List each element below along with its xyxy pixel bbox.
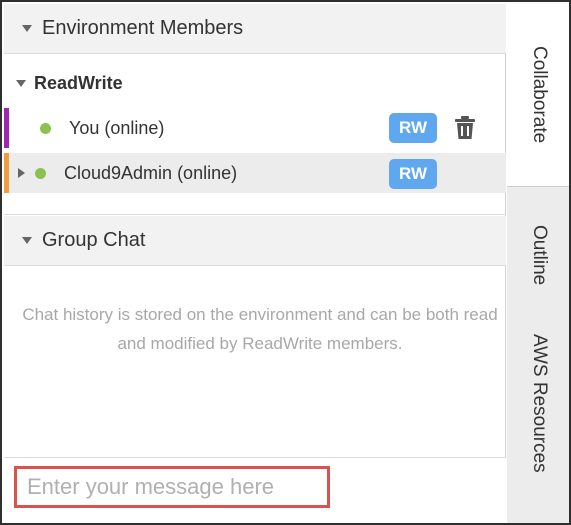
member-color-bar [4, 108, 9, 148]
ide-side-panel: Environment Members ReadWrite You (onlin… [0, 0, 571, 525]
online-status-icon [40, 122, 51, 134]
member-row-cloud9admin[interactable]: Cloud9Admin (online) RW [4, 153, 506, 193]
chat-history-note: Chat history is stored on the environmen… [22, 305, 498, 353]
tab-collaborate[interactable]: Collaborate [507, 4, 569, 187]
collapse-triangle-icon [22, 25, 32, 32]
group-chat-title: Group Chat [42, 229, 146, 251]
tab-label: Collaborate [529, 46, 550, 144]
rw-permission-badge[interactable]: RW [389, 159, 437, 189]
tab-label: Outline [529, 224, 550, 286]
section-divider [4, 214, 506, 215]
tab-label: AWS Resources [529, 334, 550, 473]
rw-permission-badge[interactable]: RW [389, 113, 437, 143]
readwrite-group-title: ReadWrite [34, 72, 123, 93]
trash-icon[interactable] [454, 116, 476, 140]
online-status-icon [35, 167, 46, 179]
member-name: You (online) [69, 117, 165, 138]
member-color-bar [4, 153, 9, 193]
chat-input-area [4, 457, 506, 523]
expand-triangle-icon[interactable] [18, 168, 25, 178]
environment-members-header[interactable]: Environment Members [4, 4, 506, 54]
tab-outline[interactable]: Outline [507, 200, 569, 310]
side-tab-bar: Collaborate Outline AWS Resources [507, 4, 569, 523]
environment-members-title: Environment Members [42, 17, 244, 39]
tab-aws-resources[interactable]: AWS Resources [507, 322, 569, 523]
collaborate-panel: Environment Members ReadWrite You (onlin… [4, 4, 506, 523]
group-collapse-icon [16, 79, 26, 87]
member-name: Cloud9Admin (online) [64, 162, 238, 183]
chat-message-input[interactable] [14, 466, 330, 508]
member-row-you[interactable]: You (online) RW [4, 108, 506, 148]
group-chat-header[interactable]: Group Chat [4, 216, 506, 266]
readwrite-group-label[interactable]: ReadWrite [4, 68, 506, 98]
collapse-triangle-icon [22, 237, 32, 244]
